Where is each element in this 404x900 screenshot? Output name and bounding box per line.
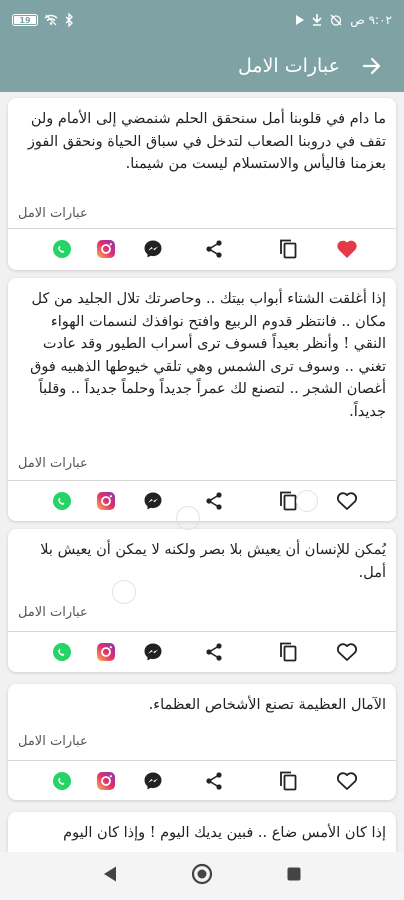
favorite-button[interactable] [336,642,358,662]
instagram-icon [97,643,115,661]
share-icon [206,492,222,510]
heart-outline-icon [336,643,358,661]
whatsapp-icon [53,492,71,510]
touch-ripple [176,506,200,530]
quote-card: يُمكن للإنسان أن يعيش بلا بصر ولكنه لا ي… [8,529,396,672]
copy-icon [280,491,297,511]
messenger-share-button[interactable] [143,771,163,791]
play-icon [296,15,305,25]
card-actions [8,229,396,269]
quotes-list[interactable]: ما دام في قلوبنا أمل سنحقق الحلم شنمضي إ… [0,92,404,852]
circle-home-icon [191,863,213,885]
nav-home-button[interactable] [191,863,213,889]
quote-text: يُمكن للإنسان أن يعيش بلا بصر ولكنه لا ي… [40,542,386,581]
quote-text: ما دام في قلوبنا أمل سنحقق الحلم شنمضي إ… [27,111,386,172]
triangle-back-icon [104,866,116,882]
instagram-share-button[interactable] [96,642,116,662]
quote-category: عبارات الامل [18,456,88,471]
navigation-bar [0,852,404,900]
app-bar: عبارات الامل [0,40,404,92]
wifi-off-icon [44,14,58,26]
quote-category: عبارات الامل [18,605,88,620]
nav-recents-button[interactable] [286,866,302,886]
copy-button[interactable] [278,641,298,663]
download-icon [312,14,322,26]
battery-level: 19 [19,15,31,25]
heart-outline-icon [336,772,358,790]
card-actions [8,481,396,521]
back-button[interactable] [358,52,386,80]
messenger-share-button[interactable] [143,239,163,259]
copy-icon [280,771,297,791]
copy-button[interactable] [278,490,298,512]
quote-text: إذا كان الأمس ضاع .. فبين يديك اليوم ! و… [63,825,386,841]
copy-button[interactable] [278,238,298,260]
whatsapp-icon [53,643,71,661]
quote-card: إذا أغلقت الشتاء أبواب بيتك .. وحاصرتك ت… [8,278,396,521]
card-actions [8,761,396,801]
messenger-share-button[interactable] [143,642,163,662]
quote-card: الآمال العظيمة تصنع الأشخاص العظماء. عبا… [8,684,396,800]
instagram-icon [97,772,115,790]
favorite-button[interactable] [336,239,358,259]
status-right: ٩:٠٢ ص [295,13,392,27]
nav-back-button[interactable] [102,865,118,887]
whatsapp-share-button[interactable] [52,239,72,259]
copy-icon [280,239,297,259]
whatsapp-share-button[interactable] [52,771,72,791]
whatsapp-icon [53,772,71,790]
favorite-button[interactable] [336,771,358,791]
share-button[interactable] [204,771,224,791]
quote-card: إذا كان الأمس ضاع .. فبين يديك اليوم ! و… [8,812,396,852]
copy-button[interactable] [278,770,298,792]
messenger-icon [144,643,162,661]
share-icon [206,772,222,790]
card-actions [8,632,396,672]
heart-filled-icon [337,240,357,258]
whatsapp-share-button[interactable] [52,491,72,511]
messenger-icon [144,240,162,258]
battery-icon: 19 [12,14,38,26]
share-icon [206,643,222,661]
status-left: 19 [12,13,74,27]
arrow-right-icon [362,57,381,75]
instagram-share-button[interactable] [96,239,116,259]
instagram-share-button[interactable] [96,491,116,511]
copy-icon [280,642,297,662]
favorite-button[interactable] [336,491,358,511]
whatsapp-icon [53,240,71,258]
quote-card: ما دام في قلوبنا أمل سنحقق الحلم شنمضي إ… [8,98,396,270]
quote-category: عبارات الامل [18,734,88,749]
instagram-share-button[interactable] [96,771,116,791]
page-title: عبارات الامل [238,55,340,77]
quote-text: الآمال العظيمة تصنع الأشخاص العظماء. [148,697,386,713]
alarm-off-icon [330,14,342,26]
status-bar: 19 ٩:٠٢ ص [0,0,404,40]
share-button[interactable] [204,491,224,511]
messenger-icon [144,492,162,510]
touch-ripple [112,580,136,604]
square-recents-icon [287,867,301,881]
messenger-icon [144,772,162,790]
whatsapp-share-button[interactable] [52,642,72,662]
share-icon [206,240,222,258]
instagram-icon [97,492,115,510]
quote-category: عبارات الامل [18,206,88,221]
bluetooth-icon [65,13,73,27]
heart-outline-icon [336,492,358,510]
share-button[interactable] [204,642,224,662]
messenger-share-button[interactable] [143,491,163,511]
instagram-icon [97,240,115,258]
status-time: ٩:٠٢ ص [350,13,392,27]
quote-text: إذا أغلقت الشتاء أبواب بيتك .. وحاصرتك ت… [30,291,386,420]
touch-ripple [296,490,318,512]
share-button[interactable] [204,239,224,259]
